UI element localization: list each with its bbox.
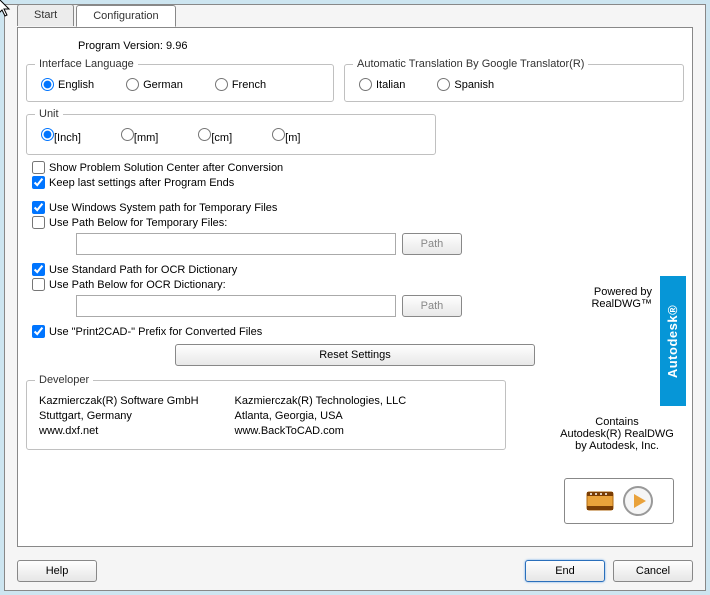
reset-settings-button[interactable]: Reset Settings bbox=[175, 344, 535, 366]
label-m: [m] bbox=[285, 132, 300, 144]
radio-cm[interactable]: [cm] bbox=[198, 128, 232, 144]
auto-translation-group: Automatic Translation By Google Translat… bbox=[344, 58, 684, 102]
label-spanish: Spanish bbox=[454, 79, 494, 91]
chk-win-temp[interactable] bbox=[32, 201, 45, 214]
label-italian: Italian bbox=[376, 79, 405, 91]
powered-by: Powered by RealDWG™ bbox=[591, 286, 652, 310]
program-version: Program Version: 9.96 bbox=[78, 40, 684, 52]
dev-l1: Kazmierczak(R) Software GmbH bbox=[39, 394, 199, 409]
chk-below-temp[interactable] bbox=[32, 216, 45, 229]
contains-l2: Autodesk(R) RealDWG bbox=[552, 428, 682, 440]
label-french: French bbox=[232, 79, 266, 91]
end-button[interactable]: End bbox=[525, 560, 605, 582]
radio-mm[interactable]: [mm] bbox=[121, 128, 158, 144]
radio-german[interactable]: German bbox=[126, 78, 183, 91]
label-wintmp: Use Windows System path for Temporary Fi… bbox=[49, 202, 277, 214]
bottom-bar: Help End Cancel bbox=[17, 560, 693, 582]
film-icon bbox=[584, 486, 616, 516]
tab-bar: Start Configuration bbox=[17, 4, 178, 26]
content-panel: Program Version: 9.96 Interface Language… bbox=[17, 27, 693, 547]
label-english: English bbox=[58, 79, 94, 91]
autodesk-text: Autodesk® bbox=[666, 304, 681, 377]
dev-legend: Developer bbox=[35, 374, 93, 386]
radio-m[interactable]: [m] bbox=[272, 128, 300, 144]
powered-l1: Powered by bbox=[591, 286, 652, 298]
temp-path-button[interactable]: Path bbox=[402, 233, 462, 255]
chk-prefix[interactable] bbox=[32, 325, 45, 338]
contains-l1: Contains bbox=[552, 416, 682, 428]
label-belowtmp: Use Path Below for Temporary Files: bbox=[49, 217, 227, 229]
dev-r3: www.BackToCAD.com bbox=[235, 424, 407, 439]
powered-l2: RealDWG™ bbox=[591, 298, 652, 310]
radio-inch[interactable]: [Inch] bbox=[41, 128, 81, 144]
dev-l3: www.dxf.net bbox=[39, 424, 199, 439]
label-inch: [Inch] bbox=[54, 132, 81, 144]
radio-italian[interactable]: Italian bbox=[359, 78, 405, 91]
help-button[interactable]: Help bbox=[17, 560, 97, 582]
radio-english[interactable]: English bbox=[41, 78, 94, 91]
label-german: German bbox=[143, 79, 183, 91]
label-belowocr: Use Path Below for OCR Dictionary: bbox=[49, 279, 226, 291]
label-mm: [mm] bbox=[134, 132, 158, 144]
auto-legend: Automatic Translation By Google Translat… bbox=[353, 58, 588, 70]
play-icon bbox=[622, 485, 654, 517]
lang-legend: Interface Language bbox=[35, 58, 138, 70]
temp-path-input[interactable] bbox=[76, 233, 396, 255]
config-window: Start Configuration Program Version: 9.9… bbox=[4, 4, 706, 591]
tab-start[interactable]: Start bbox=[17, 4, 74, 26]
dev-r2: Atlanta, Georgia, USA bbox=[235, 409, 407, 424]
ocr-path-button[interactable]: Path bbox=[402, 295, 462, 317]
ocr-path-input[interactable] bbox=[76, 295, 396, 317]
interface-language-group: Interface Language English German French bbox=[26, 58, 334, 102]
unit-group: Unit [Inch] [mm] [cm] [m] bbox=[26, 108, 436, 155]
chk-problem-center[interactable] bbox=[32, 161, 45, 174]
radio-spanish[interactable]: Spanish bbox=[437, 78, 494, 91]
contains-l3: by Autodesk, Inc. bbox=[552, 440, 682, 452]
developer-group: Developer Kazmierczak(R) Software GmbH S… bbox=[26, 374, 506, 450]
cancel-button[interactable]: Cancel bbox=[613, 560, 693, 582]
radio-french[interactable]: French bbox=[215, 78, 266, 91]
contains-text: Contains Autodesk(R) RealDWG by Autodesk… bbox=[552, 416, 682, 452]
dev-r1: Kazmierczak(R) Technologies, LLC bbox=[235, 394, 407, 409]
autodesk-badge: Autodesk® bbox=[660, 276, 686, 406]
label-psc: Show Problem Solution Center after Conve… bbox=[49, 162, 283, 174]
unit-legend: Unit bbox=[35, 108, 63, 120]
tab-configuration[interactable]: Configuration bbox=[76, 5, 175, 27]
label-cm: [cm] bbox=[211, 132, 232, 144]
label-prefix: Use "Print2CAD-" Prefix for Converted Fi… bbox=[49, 326, 262, 338]
dev-l2: Stuttgart, Germany bbox=[39, 409, 199, 424]
label-stdocr: Use Standard Path for OCR Dictionary bbox=[49, 264, 237, 276]
chk-below-ocr[interactable] bbox=[32, 278, 45, 291]
media-box[interactable] bbox=[564, 478, 674, 524]
label-keep: Keep last settings after Program Ends bbox=[49, 177, 234, 189]
chk-std-ocr[interactable] bbox=[32, 263, 45, 276]
chk-keep-settings[interactable] bbox=[32, 176, 45, 189]
